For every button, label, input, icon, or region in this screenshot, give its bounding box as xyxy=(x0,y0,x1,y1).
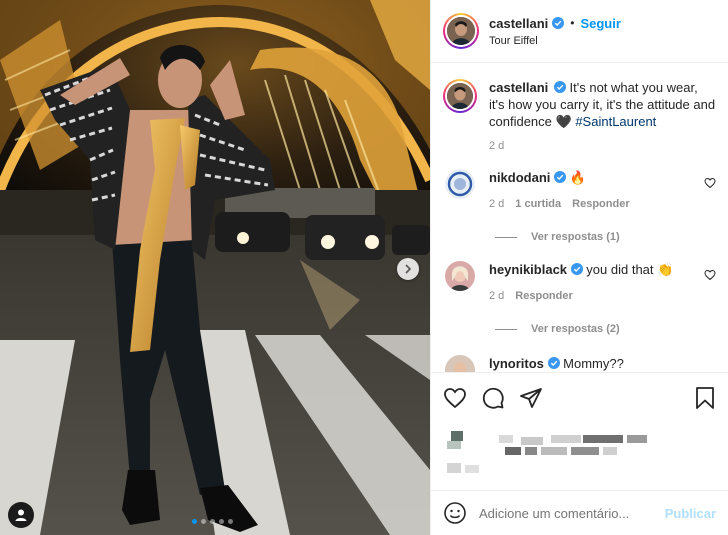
post-header: castellani • Seguir Tour Eiffel xyxy=(431,0,728,63)
comment-item: nikdodani 🔥 2 d 1 curtida Responder xyxy=(443,169,716,213)
avatar-photo xyxy=(447,83,473,109)
caption-time: 2 d xyxy=(489,140,505,152)
publish-button[interactable]: Publicar xyxy=(665,506,716,521)
photo-scene xyxy=(0,0,430,535)
post-modal: castellani • Seguir Tour Eiffel castella… xyxy=(0,0,728,535)
post-location[interactable]: Tour Eiffel xyxy=(489,35,621,47)
comment-time: 2 d xyxy=(489,290,505,302)
replies-divider xyxy=(495,328,517,330)
commenter-avatar[interactable] xyxy=(445,169,475,199)
reply-button[interactable]: Responder xyxy=(572,196,629,213)
separator-dot: • xyxy=(570,16,575,30)
caption-avatar[interactable] xyxy=(443,79,477,113)
carousel-dot xyxy=(228,519,233,524)
smiley-icon[interactable] xyxy=(443,501,467,525)
comment-time: 2 d xyxy=(489,198,505,210)
verified-badge-icon xyxy=(547,357,560,369)
heart-icon[interactable] xyxy=(443,386,467,410)
likes-summary-blurred xyxy=(447,431,657,481)
comment-text: you did that 👏 xyxy=(586,262,674,277)
author-username[interactable]: castellani xyxy=(489,16,548,31)
author-avatar[interactable] xyxy=(443,13,479,49)
bookmark-icon[interactable] xyxy=(694,386,716,410)
chevron-right-icon xyxy=(405,264,412,274)
verified-badge-icon xyxy=(554,171,567,183)
comment-likes[interactable]: 1 curtida xyxy=(515,196,561,213)
paper-plane-icon[interactable] xyxy=(519,386,543,410)
caption-hashtag[interactable]: #SaintLaurent xyxy=(575,114,656,129)
avatar-photo xyxy=(447,17,475,45)
user-tag-icon xyxy=(15,509,27,521)
comment-text: Mommy?? xyxy=(563,356,624,371)
carousel-dot xyxy=(201,519,206,524)
heart-icon[interactable] xyxy=(704,269,716,281)
carousel-dot xyxy=(192,519,197,524)
comment-username[interactable]: nikdodani xyxy=(489,170,550,185)
commenter-avatar[interactable] xyxy=(445,261,475,291)
post-photo[interactable] xyxy=(0,0,430,535)
replies-divider xyxy=(495,236,517,238)
comments-list[interactable]: castellani It's not what you wear, it's … xyxy=(431,63,728,372)
next-photo-button[interactable] xyxy=(397,258,419,280)
view-replies-button[interactable]: Ver respostas (1) xyxy=(495,231,716,243)
heart-icon[interactable] xyxy=(704,177,716,189)
post-actions xyxy=(431,372,728,490)
caption-username[interactable]: castellani xyxy=(489,80,548,95)
carousel-dot xyxy=(210,519,215,524)
comment-username[interactable]: lynoritos xyxy=(489,356,544,371)
avatar-photo xyxy=(445,261,475,291)
follow-button[interactable]: Seguir xyxy=(580,16,620,31)
verified-badge-icon xyxy=(552,17,565,29)
carousel-indicator xyxy=(192,519,233,524)
view-replies-button[interactable]: Ver respostas (2) xyxy=(495,323,716,335)
avatar-photo xyxy=(445,355,475,372)
comment-username[interactable]: heynikiblack xyxy=(489,262,567,277)
tagged-users-button[interactable] xyxy=(8,502,34,528)
add-comment-bar: Publicar xyxy=(431,490,728,535)
comment-input[interactable] xyxy=(479,505,665,521)
comment-text: 🔥 xyxy=(569,170,586,185)
post-side-panel: castellani • Seguir Tour Eiffel castella… xyxy=(430,0,728,535)
comment-item: lynoritos Mommy?? xyxy=(443,355,716,372)
view-replies-label: Ver respostas (1) xyxy=(531,231,620,243)
post-caption: castellani It's not what you wear, it's … xyxy=(443,79,716,130)
verified-badge-icon xyxy=(553,81,566,93)
reply-button[interactable]: Responder xyxy=(515,288,572,305)
comment-item: heynikiblack you did that 👏 2 d Responde… xyxy=(443,261,716,305)
avatar-photo xyxy=(445,169,475,199)
carousel-dot xyxy=(219,519,224,524)
view-replies-label: Ver respostas (2) xyxy=(531,323,620,335)
commenter-avatar[interactable] xyxy=(445,355,475,372)
verified-badge-icon xyxy=(570,263,583,275)
comment-icon[interactable] xyxy=(481,386,505,410)
caption-emoji: 🖤 xyxy=(555,114,572,129)
